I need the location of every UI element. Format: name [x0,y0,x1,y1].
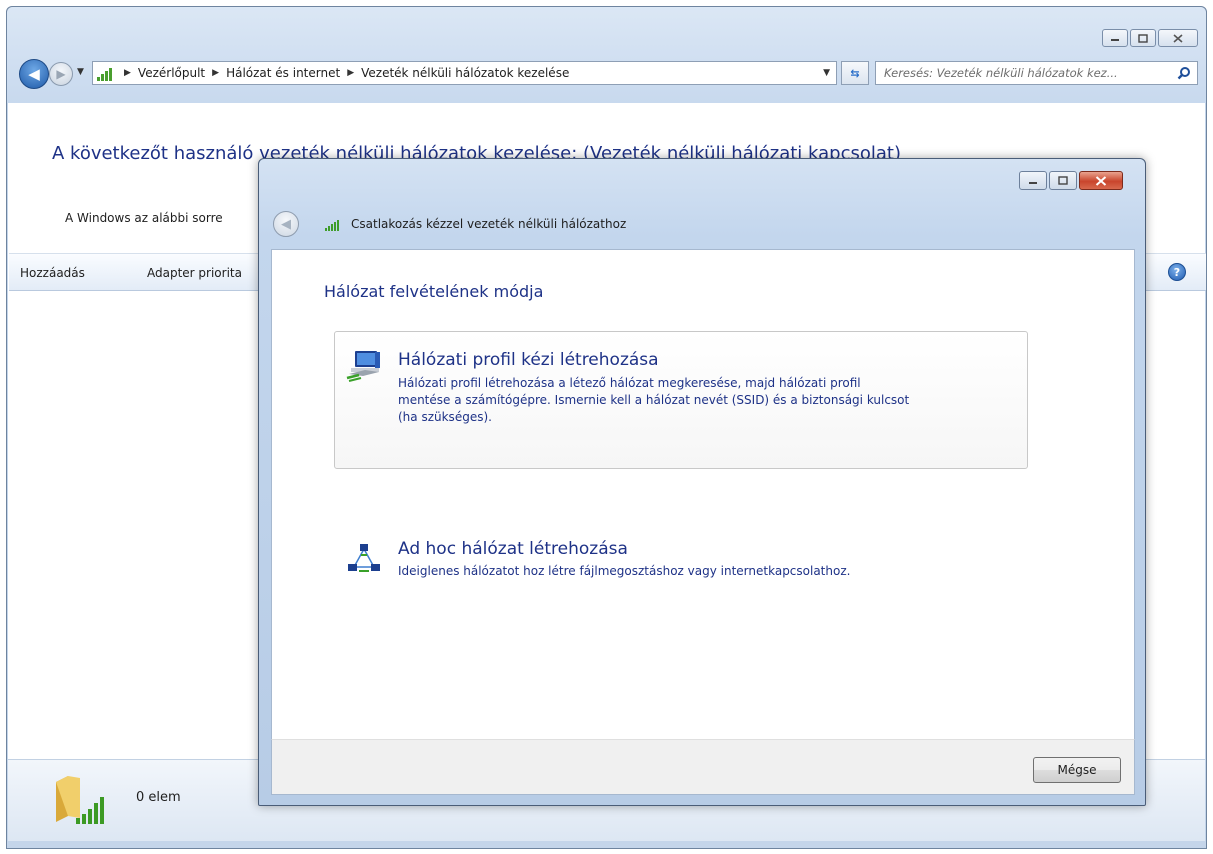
option-adhoc-network-description: Ideiglenes hálózatot hoz létre fájlmegos… [398,563,850,580]
navigation-row: ◀ ▶ ▼ ▶ Vezérlőpult ▶ Hálózat és interne… [17,58,1198,89]
breadcrumb-manage-wireless[interactable]: Vezeték nélküli hálózatok kezelése [361,66,569,80]
dialog-title: Csatlakozás kézzel vezeték nélküli hálóz… [351,217,627,231]
search-icon[interactable] [1177,66,1191,80]
option-manual-profile-title[interactable]: Hálózati profil kézi létrehozása [398,350,659,370]
breadcrumb-separator-icon[interactable]: ▶ [212,68,219,78]
address-dropdown-button[interactable]: ▼ [823,68,830,78]
back-arrow-icon: ◀ [281,216,291,232]
option-manual-profile-description: Hálózati profil létrehozása a létező hál… [398,375,909,426]
forward-button[interactable]: ▶ [49,62,73,86]
recent-pages-dropdown[interactable]: ▼ [77,67,84,77]
computer-network-icon [346,351,380,382]
dialog-caption-buttons [1019,171,1123,190]
maximize-icon [1058,176,1068,185]
wireless-signal-icon [325,219,343,231]
adhoc-network-icon [348,544,380,572]
forward-arrow-icon: ▶ [56,67,66,81]
cancel-button[interactable]: Mégse [1033,757,1121,783]
item-count: 0 elem [136,790,181,805]
option-manual-profile[interactable]: Hálózati profil kézi létrehozása Hálózat… [334,331,1028,469]
dialog-back-button[interactable]: ◀ [273,211,299,237]
main-window-frame [7,7,1206,103]
page-description: A Windows az alábbi sorre [65,211,223,225]
network-signal-icon [97,65,115,81]
close-button[interactable] [1158,29,1198,47]
add-button[interactable]: Hozzáadás [20,266,85,280]
option-manual-profile-description-line: (ha szükséges). [398,410,492,424]
option-adhoc-network[interactable]: Ad hoc hálózat létrehozása Ideiglenes há… [334,526,1028,596]
dialog-heading: Hálózat felvételének módja [324,282,544,301]
back-button[interactable]: ◀ [19,59,49,89]
chevron-down-icon: ▼ [823,68,830,78]
dialog-minimize-button[interactable] [1019,171,1047,190]
dialog-close-button[interactable] [1079,171,1123,190]
wireless-folder-icon [56,776,104,824]
maximize-button[interactable] [1130,29,1156,47]
chevron-down-icon: ▼ [77,67,84,77]
maximize-icon [1138,33,1148,43]
minimize-icon [1111,39,1119,41]
dialog-footer: Mégse [271,739,1135,795]
help-icon: ? [1173,265,1181,279]
breadcrumb-control-panel[interactable]: Vezérlőpult [138,66,205,80]
close-icon [1095,175,1107,186]
adapter-properties-button[interactable]: Adapter priorita [147,266,242,280]
search-box[interactable] [875,61,1198,85]
help-button[interactable]: ? [1168,263,1186,281]
option-adhoc-network-title[interactable]: Ad hoc hálózat létrehozása [398,539,628,559]
breadcrumb-separator-icon[interactable]: ▶ [347,68,354,78]
search-input[interactable] [884,66,1169,80]
close-icon [1173,33,1183,43]
minimize-button[interactable] [1102,29,1128,47]
option-manual-profile-description-line: mentése a számítógépre. Ismernie kell a … [398,393,910,407]
refresh-button[interactable]: ⇆ [841,61,869,85]
option-manual-profile-description-line: Hálózati profil létrehozása a létező hál… [398,376,861,390]
option-adhoc-network-description-line: Ideiglenes hálózatot hoz létre fájlmegos… [398,564,851,578]
dialog-body: Hálózat felvételének módja Hálózati prof… [271,249,1135,739]
address-bar[interactable]: ▶ Vezérlőpult ▶ Hálózat és internet ▶ Ve… [92,61,837,85]
back-arrow-icon: ◀ [28,65,40,83]
breadcrumb: ▶ Vezérlőpult ▶ Hálózat és internet ▶ Ve… [121,66,569,80]
breadcrumb-separator-icon: ▶ [124,68,131,78]
refresh-icon: ⇆ [850,66,860,80]
main-caption-buttons [1102,29,1198,47]
minimize-icon [1029,181,1037,184]
connect-manually-dialog: ◀ Csatlakozás kézzel vezeték nélküli hál… [258,158,1146,806]
dialog-maximize-button[interactable] [1049,171,1077,190]
breadcrumb-network-internet[interactable]: Hálózat és internet [226,66,340,80]
